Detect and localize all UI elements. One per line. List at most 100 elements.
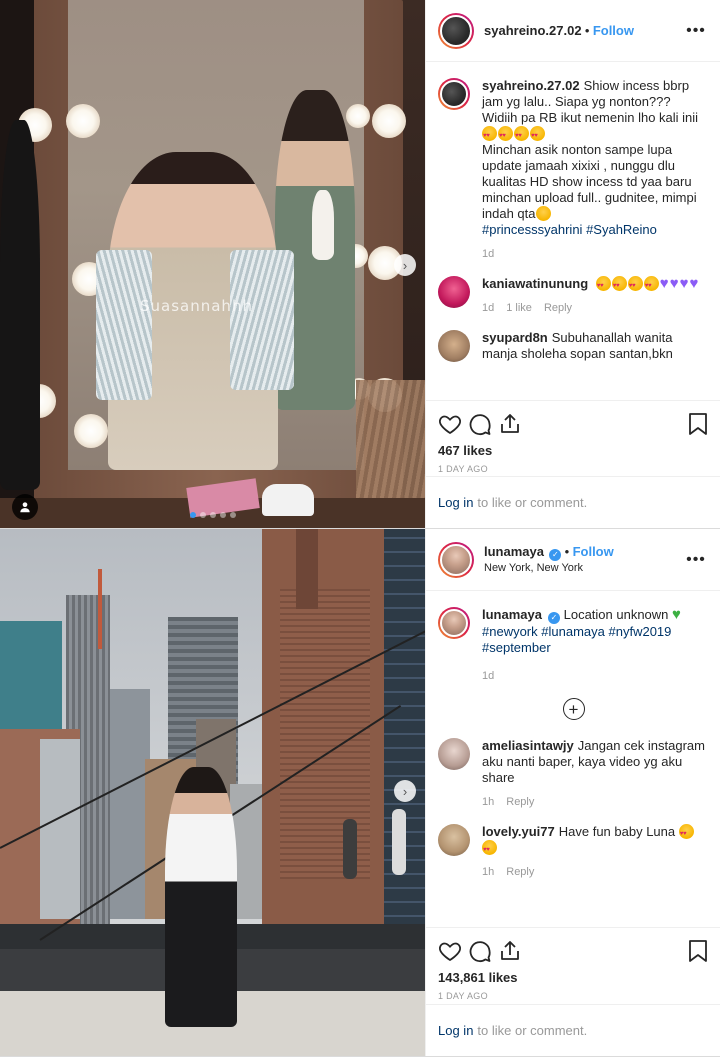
comment-username[interactable]: ameliasintawjy	[482, 738, 574, 753]
chimney	[296, 529, 318, 609]
share-icon	[501, 941, 519, 960]
header-text: lunamaya ✓ • Follow New York, New York	[484, 544, 684, 576]
avatar[interactable]	[438, 824, 470, 856]
comment-username[interactable]: kaniawatinunung	[482, 276, 588, 291]
comment-meta: 1h Reply	[482, 794, 709, 810]
comment-likes[interactable]: 1 like	[506, 300, 532, 316]
avatar[interactable]	[438, 738, 470, 770]
save-button[interactable]	[679, 936, 709, 966]
reply-button[interactable]: Reply	[506, 794, 534, 810]
avatar[interactable]	[438, 78, 470, 110]
like-button[interactable]	[438, 936, 468, 966]
fringe-left	[96, 250, 152, 400]
mirror-bulb	[74, 414, 108, 448]
user-tag-icon	[20, 502, 30, 513]
reply-button[interactable]: Reply	[506, 864, 534, 880]
comment-button[interactable]	[468, 409, 498, 439]
comment-body: kaniawatinunung ♥♥♥♥ 1d 1 like Reply	[482, 276, 709, 316]
mirror-bulb	[372, 104, 406, 138]
caption-meta: 1d	[482, 246, 709, 262]
post-header: syahreino.27.02 • Follow •••	[426, 0, 720, 62]
bystander-figure	[343, 819, 357, 879]
user-tag-button[interactable]	[12, 494, 38, 520]
purple-heart-emoji: ♥	[679, 275, 689, 292]
action-icons	[438, 934, 709, 968]
hashtag-link[interactable]: #september	[482, 640, 551, 655]
comment-meta: 1h Reply	[482, 864, 709, 880]
comment-username[interactable]: lovely.yui77	[482, 824, 555, 839]
comment: ameliasintawjy Jangan cek instagram aku n…	[438, 738, 709, 810]
heart-eyes-emoji	[643, 276, 659, 294]
hashtag-link[interactable]: #SyahReino	[586, 222, 657, 237]
hashtag-link[interactable]: #lunamaya	[541, 624, 605, 639]
avatar[interactable]	[438, 12, 474, 49]
share-button[interactable]	[498, 936, 528, 966]
purple-heart-emoji: ♥	[669, 275, 679, 292]
username[interactable]: syahreino.27.02	[484, 23, 582, 38]
likes-count[interactable]: 467 likes	[438, 443, 709, 458]
comments-list[interactable]: syahreino.27.02 Shiow incess bbrp jam yg …	[426, 62, 720, 400]
separator: •	[564, 543, 570, 559]
comment-body: syupard8n Subuhanallah wanita manja shole…	[482, 330, 709, 362]
bystander-figure	[0, 120, 40, 490]
hashtag-link[interactable]: #nyfw2019	[609, 624, 672, 639]
save-button[interactable]	[679, 409, 709, 439]
login-link[interactable]: Log in	[438, 1023, 473, 1038]
caption: lunamaya ✓ Location unknown ♥ #newyork #l…	[438, 607, 709, 684]
reply-button[interactable]: Reply	[544, 300, 572, 316]
hashtag-link[interactable]: #princesssyahrini	[482, 222, 582, 237]
post-syahreino: Suasannahhh › syahreino.27.02 • Follow •…	[0, 0, 720, 529]
fringe-right	[230, 250, 294, 390]
carousel-dots	[0, 512, 425, 518]
comment-icon	[469, 414, 491, 436]
purple-heart-emoji: ♥	[689, 275, 699, 292]
hashtag-link[interactable]: #newyork	[482, 624, 538, 639]
post-media[interactable]: ›	[0, 529, 425, 1056]
likes-count[interactable]: 143,861 likes	[438, 970, 709, 985]
caption-time: 1d	[482, 248, 495, 260]
caption-body: lunamaya ✓ Location unknown ♥ #newyork #l…	[482, 607, 709, 684]
location-link[interactable]: New York, New York	[484, 561, 684, 576]
comment: kaniawatinunung ♥♥♥♥ 1d 1 like Reply	[438, 276, 709, 316]
comment-username[interactable]: syupard8n	[482, 330, 548, 345]
share-button[interactable]	[498, 409, 528, 439]
header-text: syahreino.27.02 • Follow	[484, 23, 684, 39]
post-lunamaya: › lunamaya ✓ • Follow New York, New York…	[0, 529, 720, 1057]
more-icon[interactable]: •••	[684, 22, 708, 40]
actions-area: 467 likes 1 DAY AGO	[426, 400, 720, 474]
comment-meta: 1d 1 like Reply	[482, 300, 709, 316]
comment-button[interactable]	[468, 936, 498, 966]
more-icon[interactable]: •••	[684, 551, 708, 569]
avatar[interactable]	[438, 607, 470, 639]
heart-eyes-emoji	[678, 824, 694, 842]
login-text: to like or comment.	[477, 1023, 588, 1038]
bystander-figure	[392, 809, 406, 875]
username[interactable]: lunamaya	[484, 544, 544, 559]
login-bar: Log in to like or comment.	[426, 476, 720, 528]
caption-username[interactable]: syahreino.27.02	[482, 78, 580, 93]
login-link[interactable]: Log in	[438, 495, 473, 510]
video-watermark: Suasannahhh	[140, 297, 253, 315]
crane	[98, 569, 102, 649]
like-button[interactable]	[438, 409, 468, 439]
avatar[interactable]	[438, 330, 470, 362]
login-text: to like or comment.	[477, 495, 588, 510]
caption-username[interactable]: lunamaya	[482, 607, 542, 622]
next-slide-button[interactable]: ›	[394, 780, 416, 802]
follow-button[interactable]: Follow	[593, 23, 634, 38]
avatar[interactable]	[438, 541, 474, 578]
post-media[interactable]: Suasannahhh ›	[0, 0, 425, 528]
avatar[interactable]	[438, 276, 470, 308]
next-slide-button[interactable]: ›	[394, 254, 416, 276]
comments-list[interactable]: lunamaya ✓ Location unknown ♥ #newyork #l…	[426, 591, 720, 929]
caption-body: syahreino.27.02 Shiow incess bbrp jam yg …	[482, 78, 709, 262]
load-more-comments[interactable]: +	[438, 698, 709, 720]
heart-eyes-emoji	[611, 276, 627, 294]
heart-eyes-emoji	[627, 276, 643, 294]
follow-button[interactable]: Follow	[573, 544, 614, 559]
heart-icon	[439, 415, 461, 435]
action-icons	[438, 407, 709, 441]
heart-eyes-emoji	[482, 126, 497, 144]
purple-heart-emoji: ♥	[659, 275, 669, 292]
chevron-right-icon: ›	[402, 257, 408, 273]
